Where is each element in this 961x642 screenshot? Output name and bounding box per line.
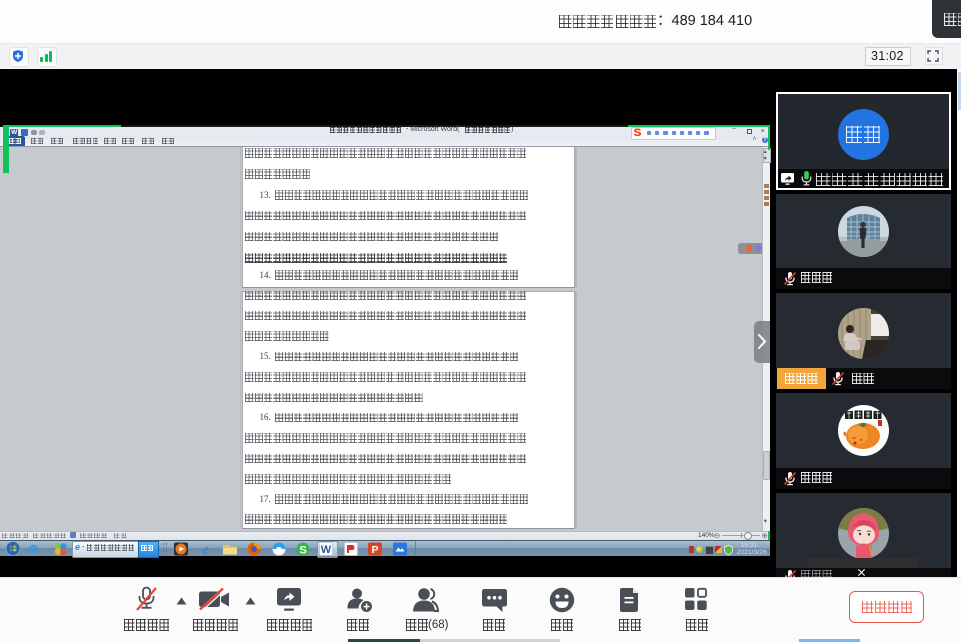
svg-text:S: S	[299, 545, 306, 557]
svg-text:e: e	[203, 542, 210, 556]
svg-text:P: P	[371, 544, 378, 556]
svg-text:W: W	[321, 544, 332, 556]
